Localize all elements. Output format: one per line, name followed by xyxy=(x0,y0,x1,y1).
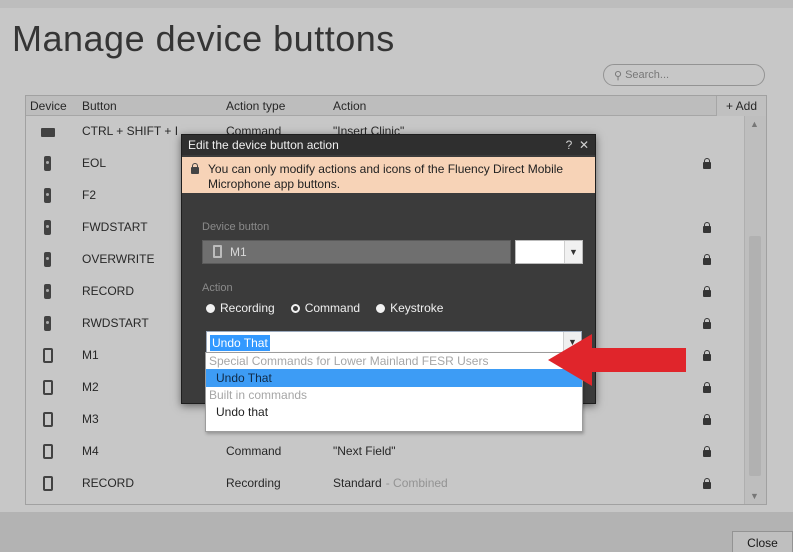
radio-recording[interactable]: Recording xyxy=(206,301,275,315)
radio-dot-icon[interactable] xyxy=(290,303,300,313)
dialog-titlebar: Edit the device button action ? ✕ xyxy=(182,135,595,155)
action-dropdown-list: Special Commands for Lower Mainland FESR… xyxy=(205,352,583,432)
radio-label: Keystroke xyxy=(390,301,444,315)
close-icon[interactable]: ✕ xyxy=(579,138,589,152)
dialog-controls: ? ✕ xyxy=(566,138,589,152)
radio-label: Command xyxy=(304,301,361,315)
radio-dot-icon[interactable] xyxy=(206,303,215,313)
phone-icon xyxy=(213,245,222,258)
chevron-down-icon[interactable]: ▼ xyxy=(564,241,582,263)
dropdown-group-header: Built in commands xyxy=(209,388,308,402)
action-combobox[interactable]: Undo That ▼ xyxy=(206,331,582,353)
dropdown-item[interactable]: Undo that xyxy=(206,403,582,421)
icon-select[interactable]: ▼ xyxy=(515,240,583,264)
combo-value: Undo That xyxy=(210,335,270,351)
radio-command[interactable]: Command xyxy=(290,301,361,315)
radio-dot-icon[interactable] xyxy=(376,303,386,313)
dialog-title: Edit the device button action xyxy=(188,138,339,152)
action-label: Action xyxy=(202,282,233,294)
notice-banner: You can only modify actions and icons of… xyxy=(182,157,595,193)
radio-label: Recording xyxy=(220,301,275,315)
device-button-label: Device button xyxy=(202,221,270,233)
notice-text: You can only modify actions and icons of… xyxy=(208,162,564,191)
device-button-value: M1 xyxy=(230,245,247,259)
red-arrow-icon xyxy=(548,334,686,386)
help-icon[interactable]: ? xyxy=(566,138,573,152)
radio-keystroke[interactable]: Keystroke xyxy=(376,301,443,315)
dropdown-group-header: Special Commands for Lower Mainland FESR… xyxy=(209,354,489,368)
device-button-field: M1 xyxy=(202,240,511,264)
lock-icon xyxy=(190,163,200,174)
action-radio-group: Recording Command Keystroke xyxy=(206,301,459,316)
dropdown-item[interactable]: Undo That xyxy=(206,369,582,387)
